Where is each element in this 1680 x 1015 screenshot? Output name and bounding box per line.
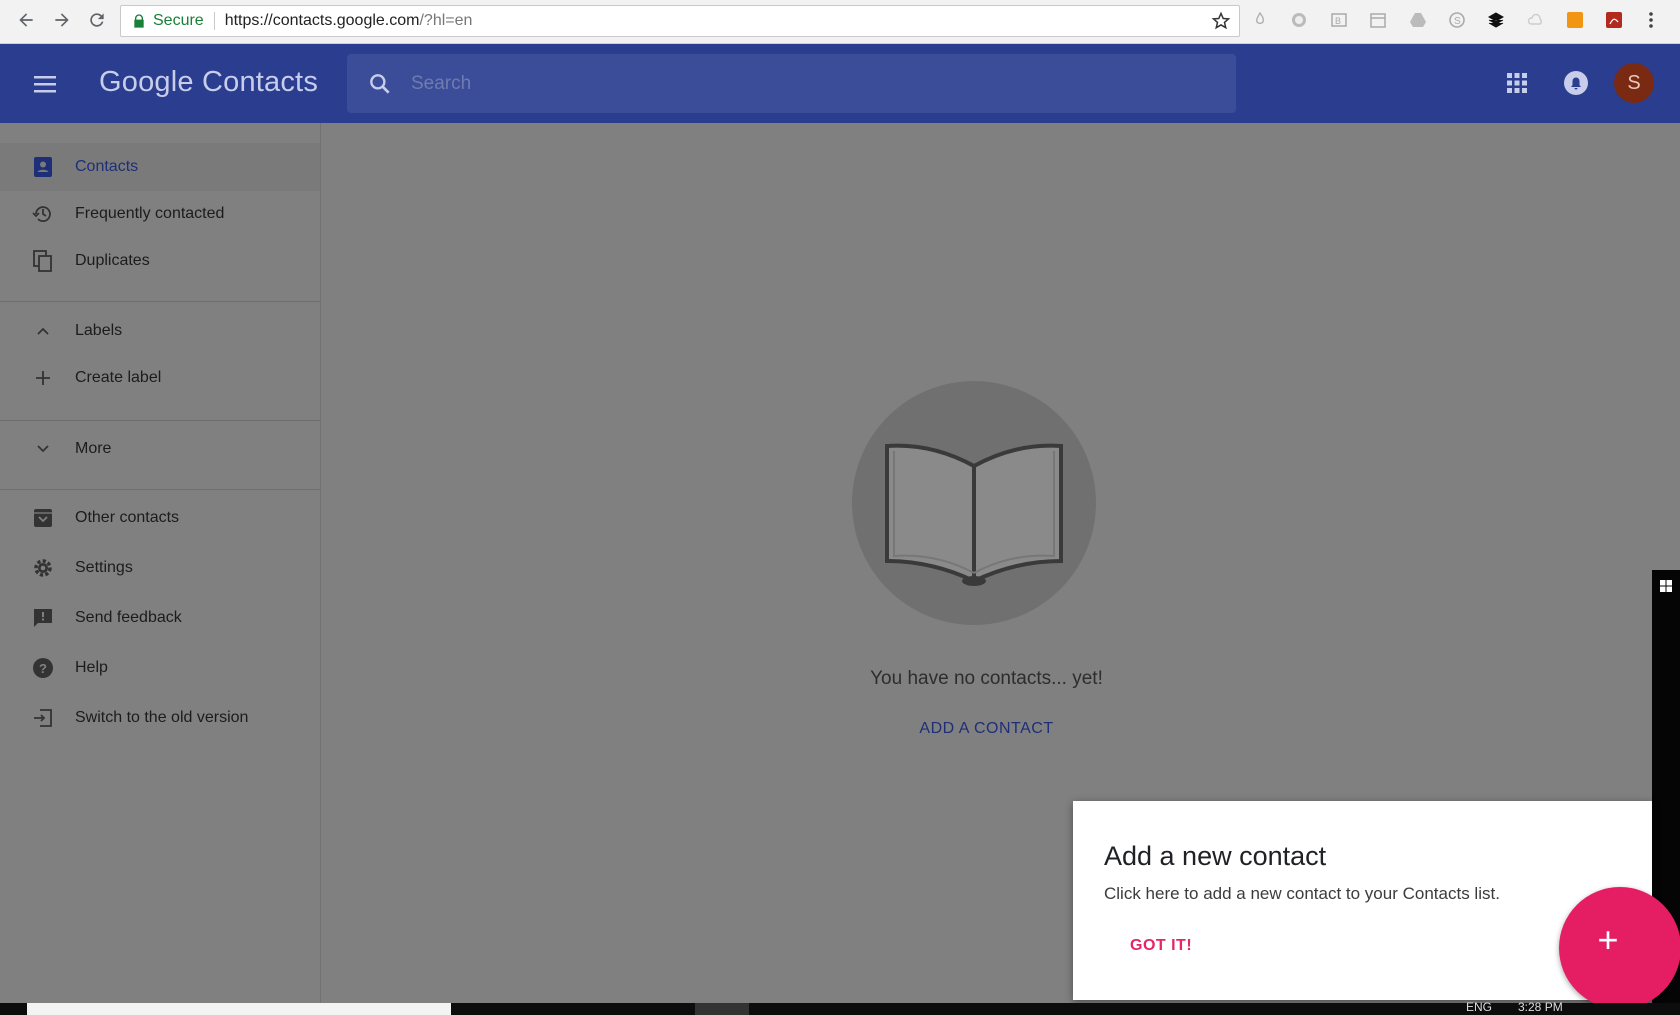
url-path: /?hl=en (419, 12, 473, 29)
copy-icon (31, 249, 55, 273)
taskbar-search-box[interactable] (27, 1003, 451, 1015)
card-title: Add a new contact (1104, 841, 1327, 871)
extension-pdf-icon[interactable] (1604, 10, 1624, 30)
forward-button[interactable] (50, 8, 74, 32)
help-icon: ? (31, 656, 55, 680)
sidebar-item-switch-old-version[interactable]: Switch to the old version (0, 694, 320, 742)
url-host: https://contacts.google.com (224, 12, 420, 29)
add-contact-fab[interactable]: + (1559, 887, 1680, 1009)
secure-label: Secure (153, 12, 204, 29)
sidebar-item-label: Contacts (75, 158, 139, 175)
account-avatar[interactable]: S (1614, 63, 1654, 103)
chevron-up-icon (31, 319, 55, 343)
extension-orange-icon[interactable] (1565, 10, 1585, 30)
app-title[interactable]: Google Contacts (99, 66, 318, 99)
taskbar-language[interactable]: ENG (1466, 1000, 1492, 1014)
sidebar-item-label: Create label (75, 369, 162, 386)
svg-text:B: B (1335, 16, 1341, 26)
feedback-icon (31, 606, 55, 630)
main-menu-button[interactable] (28, 71, 62, 97)
chevron-down-icon (31, 437, 55, 461)
sidebar-item-label: Switch to the old version (75, 709, 249, 726)
history-icon (31, 202, 55, 226)
sidebar-item-contacts[interactable]: Contacts (0, 143, 320, 191)
sidebar-item-settings[interactable]: Settings (0, 544, 320, 592)
archive-icon (31, 506, 55, 530)
exit-icon (31, 706, 55, 730)
sidebar-item-frequently-contacted[interactable]: Frequently contacted (0, 190, 320, 238)
browser-toolbar: Secure https://contacts.google.com/?hl=e… (0, 0, 1680, 44)
gear-icon (31, 556, 55, 580)
sidebar: Contacts Frequently contacted Duplicates… (0, 123, 321, 1003)
app-header: Google Contacts S (0, 44, 1680, 123)
extension-skype-icon[interactable]: S (1447, 10, 1467, 30)
extension-layers-icon[interactable] (1486, 10, 1506, 30)
plus-icon: + (1597, 919, 1619, 960)
sidebar-item-send-feedback[interactable]: Send feedback (0, 594, 320, 642)
sidebar-divider (0, 301, 320, 302)
svg-text:S: S (1454, 16, 1461, 27)
separator (213, 12, 215, 30)
hamburger-icon (34, 76, 56, 93)
sidebar-item-more[interactable]: More (0, 425, 320, 473)
sidebar-item-other-contacts[interactable]: Other contacts (0, 494, 320, 542)
card-body: Click here to add a new contact to your … (1104, 884, 1500, 903)
sidebar-item-label: Labels (75, 322, 123, 339)
sidebar-item-label: Other contacts (75, 509, 180, 526)
svg-text:?: ? (39, 661, 47, 676)
search-icon (370, 73, 390, 94)
os-taskbar: ENG 3:28 PM (0, 1000, 1680, 1015)
extension-drive-icon[interactable] (1408, 10, 1428, 30)
sidebar-item-create-label[interactable]: Create label (0, 354, 320, 402)
browser-menu-icon[interactable] (1641, 10, 1661, 30)
sidebar-item-label: More (75, 440, 112, 457)
bell-icon (1564, 71, 1588, 95)
taskbar-active-app[interactable] (695, 1003, 749, 1015)
sidebar-item-label: Settings (75, 559, 133, 576)
extension-circle-icon[interactable] (1289, 10, 1309, 30)
arrow-right-icon (55, 13, 69, 27)
address-bar[interactable]: Secure https://contacts.google.com/?hl=e… (120, 5, 1240, 37)
sidebar-divider (0, 420, 320, 421)
reload-button[interactable] (85, 8, 109, 32)
contacts-icon (31, 155, 55, 179)
empty-state-illustration (852, 381, 1096, 625)
sidebar-item-label: Frequently contacted (75, 205, 225, 222)
sidebar-item-duplicates[interactable]: Duplicates (0, 237, 320, 285)
sidebar-item-label: Duplicates (75, 252, 150, 269)
add-contact-link[interactable]: ADD A CONTACT (321, 720, 1652, 738)
extension-box-icon[interactable]: B (1329, 10, 1349, 30)
back-button[interactable] (14, 8, 38, 32)
got-it-button[interactable]: GOT IT! (1130, 937, 1192, 955)
search-bar[interactable] (347, 54, 1236, 113)
extension-calendar-icon[interactable] (1368, 10, 1388, 30)
sidebar-item-label: Send feedback (75, 609, 182, 626)
plus-icon (31, 366, 55, 390)
empty-state-message: You have no contacts... yet! (870, 668, 1103, 689)
bookmark-star-icon[interactable] (1211, 11, 1231, 36)
reload-icon (90, 13, 104, 27)
apps-grid-icon (1507, 73, 1527, 93)
arrow-left-icon (19, 13, 33, 27)
extension-cloud-icon[interactable] (1526, 10, 1546, 30)
sidebar-divider (0, 489, 320, 490)
taskbar-clock[interactable]: 3:28 PM (1518, 1000, 1563, 1014)
open-book-icon (885, 443, 1063, 586)
notifications-button[interactable] (1562, 69, 1590, 97)
search-input[interactable] (411, 72, 1171, 95)
extension-flame-icon[interactable] (1250, 10, 1270, 30)
sidebar-item-label: Help (75, 659, 108, 676)
sidebar-item-help[interactable]: ? Help (0, 644, 320, 692)
sidebar-item-labels[interactable]: Labels (0, 307, 320, 355)
lock-icon (134, 14, 144, 28)
google-apps-button[interactable] (1504, 70, 1530, 96)
windows-icon (1660, 580, 1672, 592)
right-edge (1652, 123, 1680, 1003)
